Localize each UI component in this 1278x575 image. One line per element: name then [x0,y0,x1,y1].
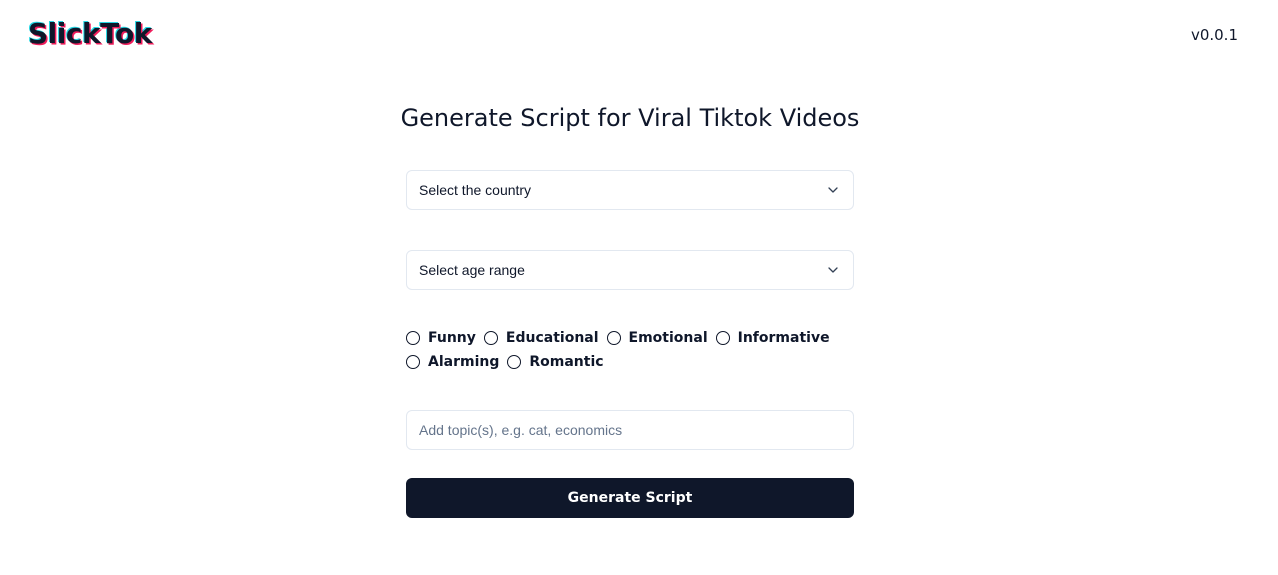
tone-radio-row: Alarming Romantic [406,352,854,372]
tone-option-funny[interactable]: Funny [406,329,476,347]
tone-option-label: Emotional [628,330,708,346]
radio-button[interactable] [406,355,420,369]
tone-radio-row: Funny Educational Emotional Informative [406,328,854,348]
radio-button[interactable] [483,331,498,345]
tone-option-label: Informative [737,330,830,346]
tone-option-educational[interactable]: Educational [483,329,599,347]
tone-option-informative[interactable]: Informative [715,329,830,347]
chevron-down-icon [828,187,838,193]
tone-radio-group: Funny Educational Emotional Informative … [406,328,854,376]
radio-button[interactable] [715,331,730,345]
app-logo[interactable]: SlickTok [28,16,152,52]
generate-script-button[interactable]: Generate Script [406,478,854,518]
tone-option-romantic[interactable]: Romantic [507,353,604,371]
tone-option-label: Romantic [529,354,604,370]
radio-button[interactable] [606,331,621,345]
app-header: SlickTok v0.0.1 [0,0,1278,70]
page-title: Generate Script for Viral Tiktok Videos [400,104,860,132]
country-select[interactable]: Select the country [406,170,854,210]
age-range-select-value: Select age range [419,262,525,278]
tone-option-label: Educational [505,330,599,346]
version-label: v0.0.1 [1190,26,1238,44]
country-select-value: Select the country [419,182,532,198]
tone-option-label: Alarming [428,354,500,370]
age-range-select[interactable]: Select age range [406,250,854,290]
radio-button[interactable] [406,331,420,345]
topic-input[interactable] [406,410,854,450]
chevron-down-icon [828,267,838,273]
tone-option-label: Funny [428,330,476,346]
tone-option-alarming[interactable]: Alarming [406,353,499,371]
tone-option-emotional[interactable]: Emotional [606,329,708,347]
radio-button[interactable] [507,355,522,369]
